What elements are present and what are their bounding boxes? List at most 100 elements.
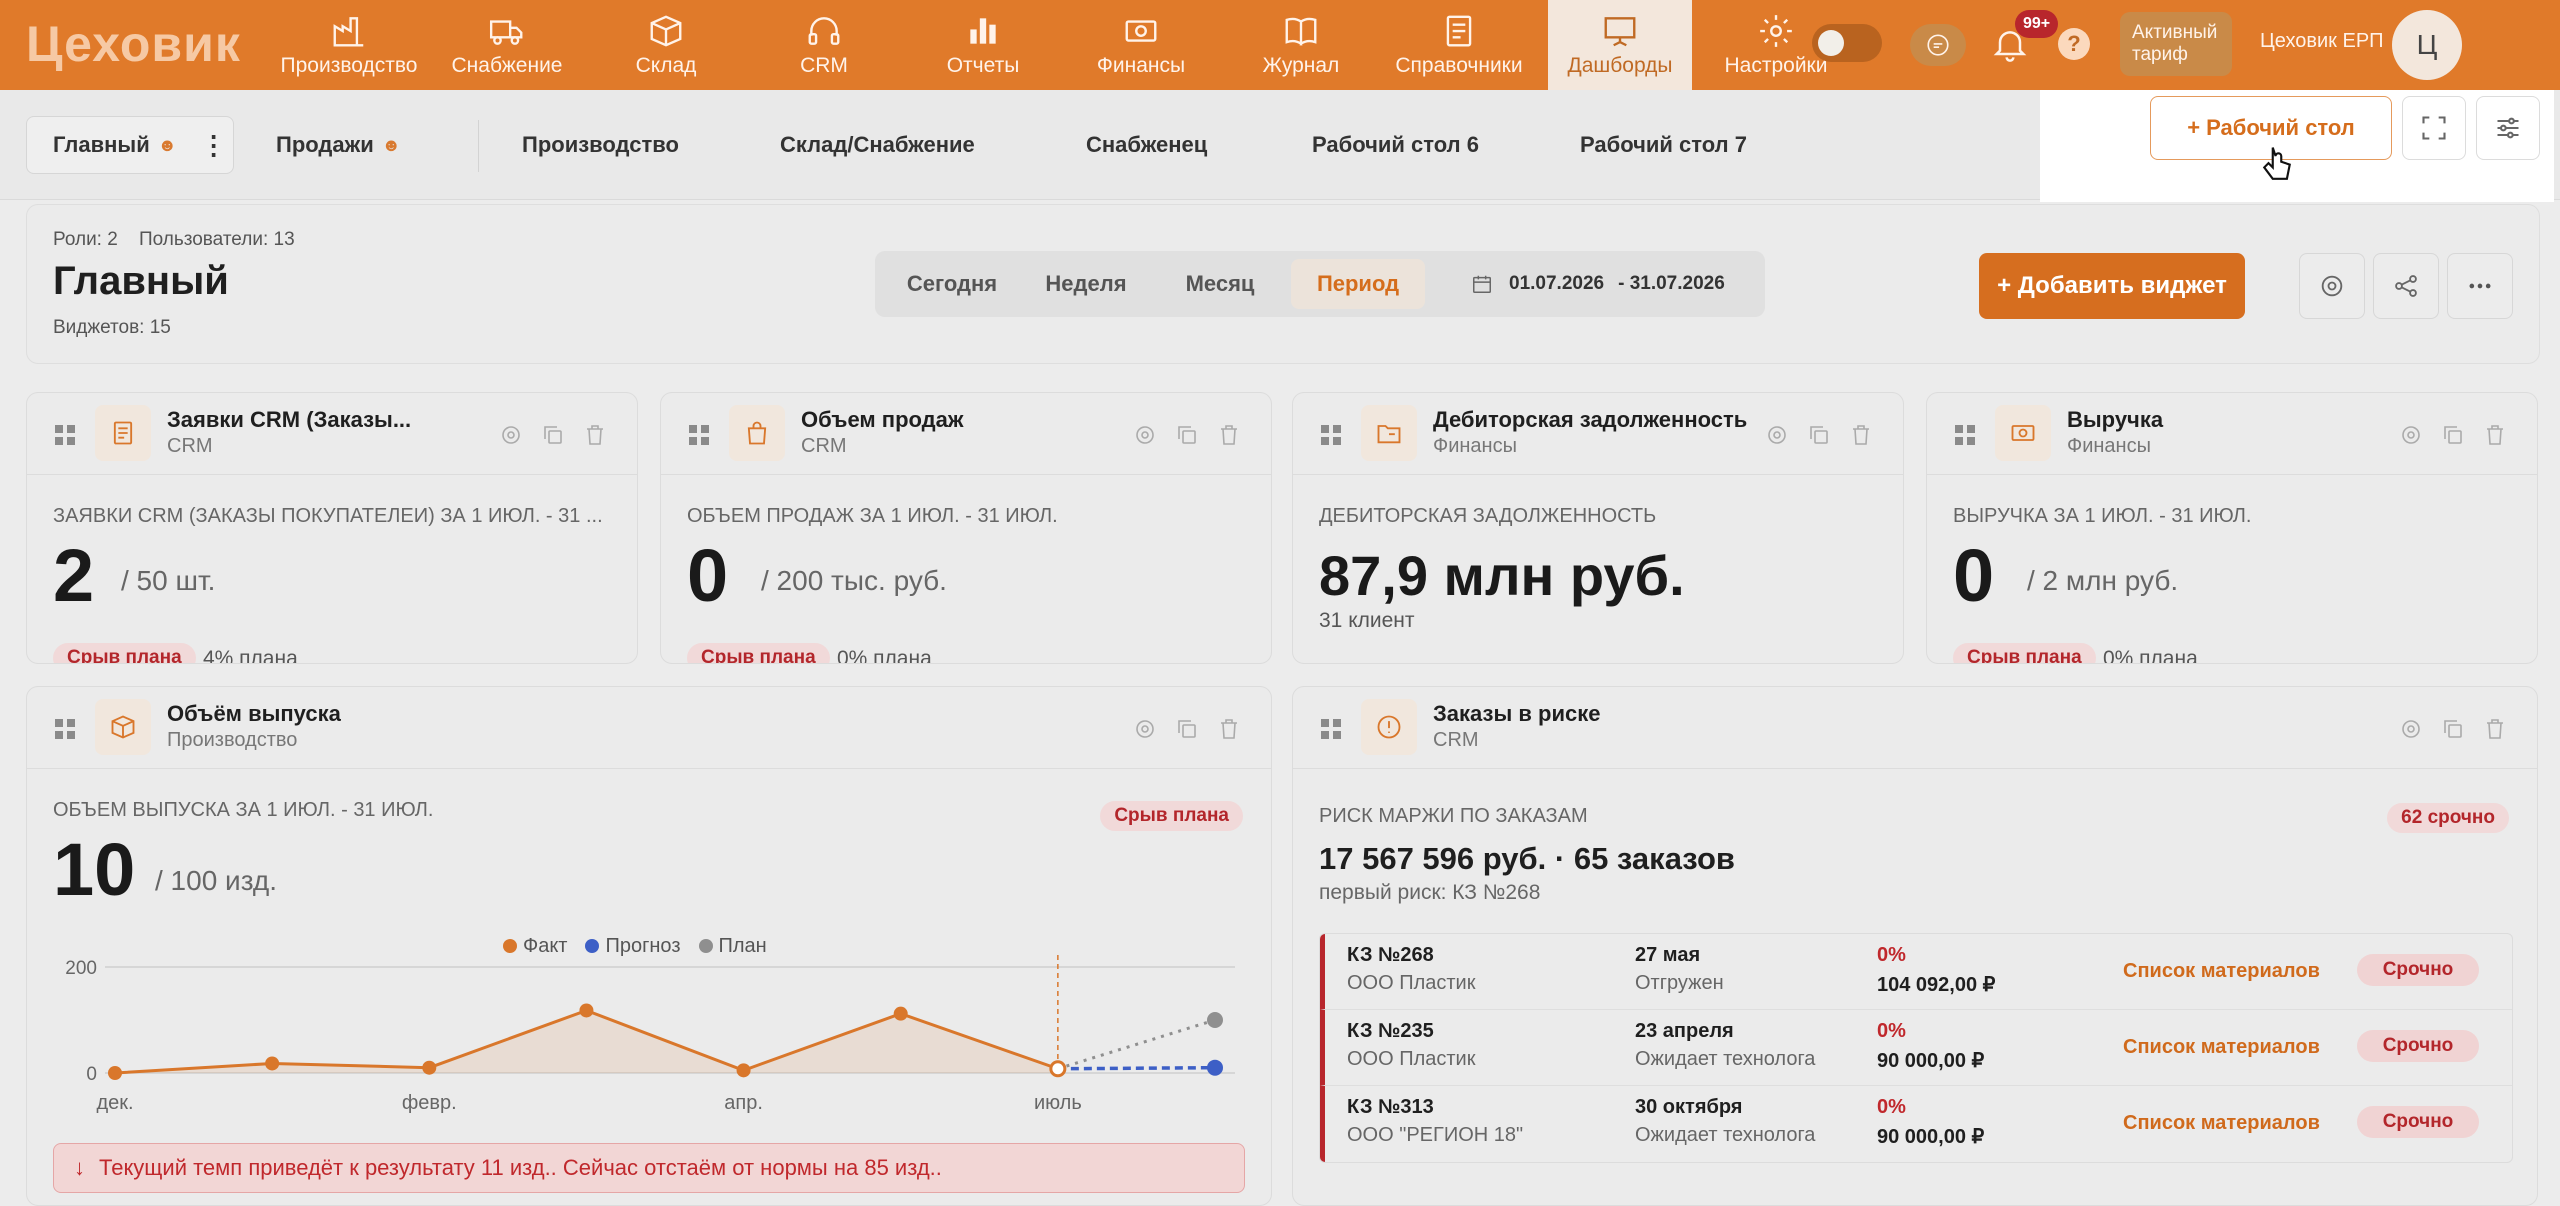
nav-item-reports[interactable]: Отчеты	[912, 0, 1054, 90]
widget-receivables: Дебиторская задолженность Финансы ДЕБИТО…	[1292, 392, 1904, 664]
period-today[interactable]: Сегодня	[889, 259, 1015, 309]
factory-icon	[333, 17, 364, 47]
gear-icon[interactable]	[2399, 717, 2423, 741]
more-options-button[interactable]	[2447, 253, 2513, 319]
trash-icon[interactable]	[2483, 423, 2507, 447]
share-button[interactable]	[2373, 253, 2439, 319]
nav-item-warehouse[interactable]: Склад	[596, 0, 736, 90]
kpi-label: ДЕБИТОРСКАЯ ЗАДОЛЖЕННОСТЬ	[1319, 505, 1657, 527]
order-status: Ожидает технолога	[1635, 1124, 1816, 1146]
nav-label: Настройки	[1724, 54, 1828, 77]
user-icon: ☻	[157, 134, 177, 155]
table-row[interactable]: КЗ №235 ООО Пластик 23 апреля Ожидает те…	[1320, 1010, 2512, 1086]
top-navigation: Цеховик Производство Снабжение Склад CRM…	[0, 0, 2560, 90]
company-name[interactable]: Цеховик ЕРП	[2260, 30, 2384, 53]
series-line-plan	[1057, 1018, 1216, 1071]
order-date: 23 апреля	[1635, 1020, 1734, 1042]
mouse-cursor-icon	[2262, 147, 2291, 180]
copy-icon[interactable]	[2441, 717, 2465, 741]
tab-production[interactable]: Производство	[522, 116, 679, 174]
nav-item-production[interactable]: Производство	[276, 0, 422, 90]
tab-workspace-6[interactable]: Рабочий стол 6	[1312, 116, 1479, 174]
nav-item-directories[interactable]: Справочники	[1384, 0, 1534, 90]
order-number[interactable]: КЗ №235	[1347, 1020, 1434, 1043]
date-range-picker[interactable]: 01.07.2026 - 31.07.2026	[1471, 259, 1725, 309]
period-month[interactable]: Месяц	[1157, 259, 1283, 309]
nav-item-finance[interactable]: Финансы	[1068, 0, 1214, 90]
materials-list-link[interactable]: Список материалов	[2123, 1036, 2320, 1059]
nav-item-supply[interactable]: Снабжение	[440, 0, 574, 90]
shopping-bag-icon	[729, 405, 785, 461]
gear-icon[interactable]	[1133, 717, 1157, 741]
copy-icon[interactable]	[1175, 423, 1199, 447]
tab-supplier[interactable]: Снабженец	[1086, 116, 1207, 174]
urgent-count-badge: 62 срочно	[2387, 803, 2509, 833]
kpi-label: ЗАЯВКИ CRM (ЗАКАЗЫ ПОКУПАТЕЛЕИ) ЗА 1 ИЮЛ…	[53, 505, 603, 527]
tab-sales[interactable]: Продажи ☻	[276, 116, 401, 174]
nav-item-dashboards[interactable]: Дашборды	[1548, 0, 1692, 90]
drag-handle-icon[interactable]	[1955, 425, 1975, 445]
widgets-count: Виджетов: 15	[53, 317, 171, 338]
more-vertical-icon[interactable]: ⋮	[201, 130, 227, 161]
drag-handle-icon[interactable]	[1321, 425, 1341, 445]
widget-header: Объём выпуска Производство	[27, 687, 1271, 769]
risk-orders-table: КЗ №268 ООО Пластик 27 мая Отгружен 0% 1…	[1319, 933, 2513, 1163]
widget-title: Заказы в риске	[1433, 701, 1601, 726]
order-number[interactable]: КЗ №313	[1347, 1096, 1434, 1119]
copy-icon[interactable]	[1807, 423, 1831, 447]
drag-handle-icon[interactable]	[55, 425, 75, 445]
period-custom[interactable]: Период	[1291, 259, 1425, 309]
document-icon	[95, 405, 151, 461]
avatar[interactable]: Ц	[2392, 10, 2462, 80]
risk-summary: 17 567 596 руб. · 65 заказов	[1319, 841, 1735, 876]
box-icon	[95, 699, 151, 755]
trash-icon[interactable]	[2483, 717, 2507, 741]
nav-label: Снабжение	[451, 54, 563, 77]
dashboard-settings-button[interactable]	[2299, 253, 2365, 319]
drag-handle-icon[interactable]	[1321, 719, 1341, 739]
copy-icon[interactable]	[2441, 423, 2465, 447]
trash-icon[interactable]	[1217, 423, 1241, 447]
materials-list-link[interactable]: Список материалов	[2123, 1112, 2320, 1135]
trash-icon[interactable]	[1217, 717, 1241, 741]
trash-icon[interactable]	[1849, 423, 1873, 447]
status-badge: Срыв плана	[53, 643, 196, 663]
gear-icon[interactable]	[1765, 423, 1789, 447]
order-sum: 104 092,00 ₽	[1877, 974, 1996, 996]
copy-icon[interactable]	[541, 423, 565, 447]
nav-item-crm[interactable]: CRM	[754, 0, 894, 90]
widget-header: Выручка Финансы	[1927, 393, 2537, 475]
order-number[interactable]: КЗ №268	[1347, 944, 1434, 967]
alert-text: Текущий темп приведёт к результату 11 из…	[99, 1155, 942, 1180]
theme-toggle[interactable]	[1812, 24, 1882, 62]
alert-circle-icon	[1361, 699, 1417, 755]
tab-warehouse-supply[interactable]: Склад/Снабжение	[780, 116, 975, 174]
copy-icon[interactable]	[1175, 717, 1199, 741]
add-widget-button[interactable]: + Добавить виджет	[1979, 253, 2245, 319]
fullscreen-button[interactable]	[2402, 96, 2466, 160]
chat-bubble-icon	[1927, 34, 1949, 56]
table-row[interactable]: КЗ №268 ООО Пластик 27 мая Отгружен 0% 1…	[1320, 934, 2512, 1010]
headset-icon	[808, 17, 840, 45]
gear-icon[interactable]	[499, 423, 523, 447]
urgent-badge: Срочно	[2357, 1030, 2479, 1062]
table-row[interactable]: КЗ №313 ООО "РЕГИОН 18" 30 октября Ожида…	[1320, 1086, 2512, 1162]
tab-main[interactable]: Главный ☻ ⋮	[26, 116, 234, 174]
kpi-label: ОБЪЕМ ВЫПУСКА ЗА 1 ИЮЛ. - 31 ИЮЛ.	[53, 799, 434, 821]
tariff-badge[interactable]: Активный тариф	[2120, 12, 2232, 76]
x-tick-label: дек.	[96, 1092, 133, 1114]
drag-handle-icon[interactable]	[689, 425, 709, 445]
output-line-chart: 0 200 СЕЙЧАС дек. февр. апр. июль	[65, 947, 1235, 1114]
drag-handle-icon[interactable]	[55, 719, 75, 739]
tune-button[interactable]	[2476, 96, 2540, 160]
help-button[interactable]: ?	[2058, 28, 2090, 60]
app-logo[interactable]: Цеховик	[26, 14, 241, 74]
tab-workspace-7[interactable]: Рабочий стол 7	[1580, 116, 1747, 174]
period-week[interactable]: Неделя	[1023, 259, 1149, 309]
materials-list-link[interactable]: Список материалов	[2123, 960, 2320, 983]
nav-item-journal[interactable]: Журнал	[1232, 0, 1370, 90]
chat-button[interactable]	[1910, 24, 1966, 66]
trash-icon[interactable]	[583, 423, 607, 447]
gear-icon[interactable]	[1133, 423, 1157, 447]
gear-icon[interactable]	[2399, 423, 2423, 447]
